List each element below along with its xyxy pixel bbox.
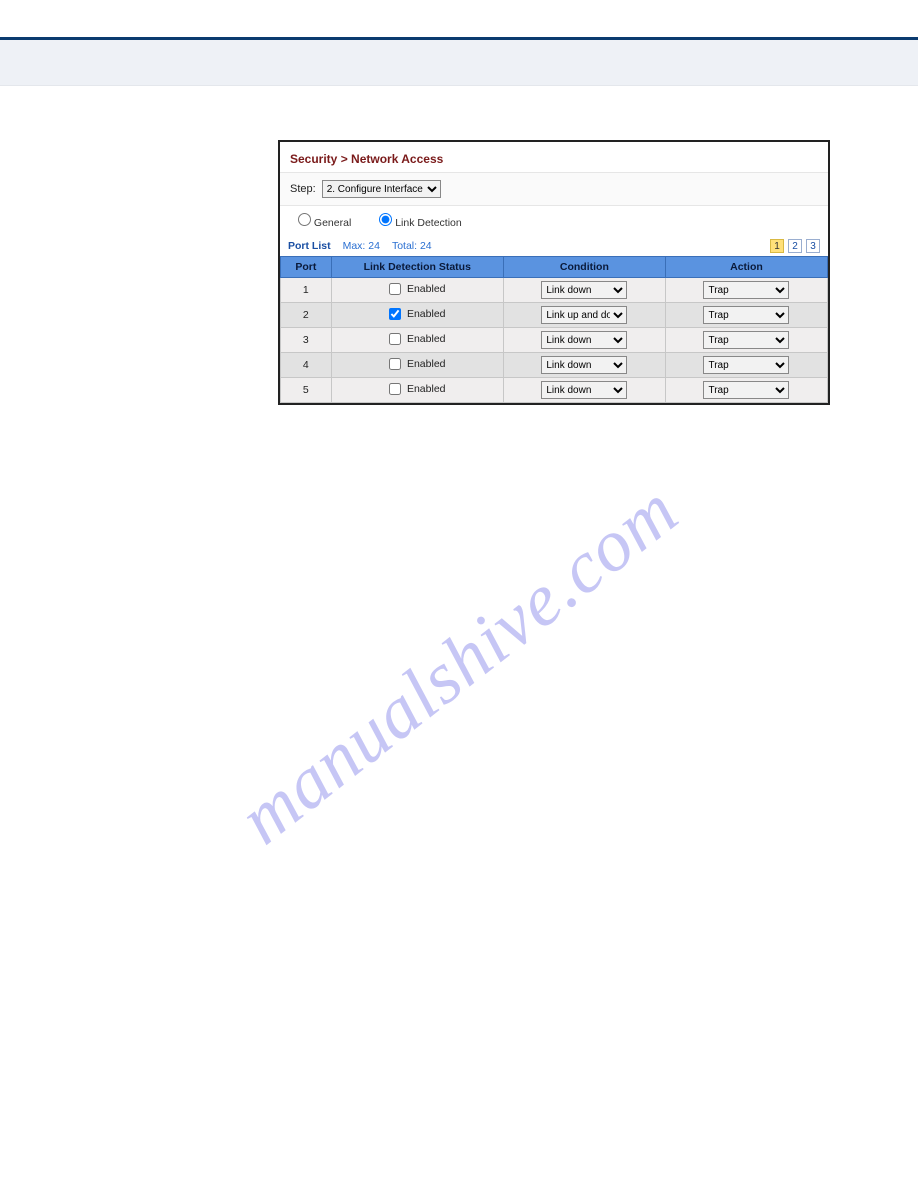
cell-port: 5 xyxy=(281,378,332,403)
action-select[interactable]: Trap xyxy=(703,381,789,399)
cell-status: Enabled xyxy=(331,378,503,403)
step-row: Step: 2. Configure Interface xyxy=(280,173,828,206)
status-checkbox[interactable] xyxy=(389,383,401,395)
pager-page-2[interactable]: 2 xyxy=(788,239,802,253)
radio-link-detection[interactable]: Link Detection xyxy=(379,213,461,229)
radio-general-input[interactable] xyxy=(298,213,311,226)
portlist-title: Port List xyxy=(288,240,331,252)
cell-condition: Link down xyxy=(503,278,665,303)
status-checkbox-label: Enabled xyxy=(407,383,446,395)
sub-bar xyxy=(0,40,918,86)
condition-select[interactable]: Link down xyxy=(541,381,627,399)
condition-select[interactable]: Link up and down xyxy=(541,306,627,324)
portlist-meta: Port List Max: 24 Total: 24 xyxy=(288,240,432,252)
cell-port: 3 xyxy=(281,328,332,353)
action-select[interactable]: Trap xyxy=(703,306,789,324)
radio-link-detection-label: Link Detection xyxy=(395,217,462,229)
view-mode-radios: General Link Detection xyxy=(280,206,828,236)
action-select[interactable]: Trap xyxy=(703,331,789,349)
status-checkbox[interactable] xyxy=(389,308,401,320)
cell-action: Trap xyxy=(665,303,827,328)
action-select[interactable]: Trap xyxy=(703,356,789,374)
radio-general-label: General xyxy=(314,217,351,229)
network-access-panel: Security > Network Access Step: 2. Confi… xyxy=(278,140,830,405)
cell-action: Trap xyxy=(665,353,827,378)
watermark: manualshive.com xyxy=(224,468,695,862)
cell-action: Trap xyxy=(665,328,827,353)
cell-action: Trap xyxy=(665,278,827,303)
cell-condition: Link down xyxy=(503,378,665,403)
cell-port: 2 xyxy=(281,303,332,328)
cell-status: Enabled xyxy=(331,303,503,328)
top-bar xyxy=(0,0,918,40)
cell-status: Enabled xyxy=(331,278,503,303)
table-row: 2 Enabled Link up and down Trap xyxy=(281,303,828,328)
status-checkbox-label: Enabled xyxy=(407,358,446,370)
status-checkbox-label: Enabled xyxy=(407,333,446,345)
pager: 1 2 3 xyxy=(770,239,820,253)
portlist-max: Max: 24 xyxy=(343,240,380,252)
col-header-status: Link Detection Status xyxy=(331,257,503,278)
cell-condition: Link up and down xyxy=(503,303,665,328)
cell-status: Enabled xyxy=(331,353,503,378)
step-select[interactable]: 2. Configure Interface xyxy=(322,180,441,198)
pager-page-3[interactable]: 3 xyxy=(806,239,820,253)
portlist-header: Port List Max: 24 Total: 24 1 2 3 xyxy=(280,236,828,256)
condition-select[interactable]: Link down xyxy=(541,331,627,349)
portlist-total: Total: 24 xyxy=(392,240,432,252)
col-header-action: Action xyxy=(665,257,827,278)
cell-port: 1 xyxy=(281,278,332,303)
status-checkbox[interactable] xyxy=(389,333,401,345)
port-table: Port Link Detection Status Condition Act… xyxy=(280,256,828,403)
condition-select[interactable]: Link down xyxy=(541,356,627,374)
table-row: 4 Enabled Link down Trap xyxy=(281,353,828,378)
step-label: Step: xyxy=(290,183,316,195)
cell-condition: Link down xyxy=(503,328,665,353)
table-header-row: Port Link Detection Status Condition Act… xyxy=(281,257,828,278)
status-checkbox[interactable] xyxy=(389,358,401,370)
table-row: 5 Enabled Link down Trap xyxy=(281,378,828,403)
pager-page-1[interactable]: 1 xyxy=(770,239,784,253)
cell-action: Trap xyxy=(665,378,827,403)
status-checkbox-label: Enabled xyxy=(407,283,446,295)
col-header-condition: Condition xyxy=(503,257,665,278)
table-row: 3 Enabled Link down Trap xyxy=(281,328,828,353)
condition-select[interactable]: Link down xyxy=(541,281,627,299)
cell-status: Enabled xyxy=(331,328,503,353)
action-select[interactable]: Trap xyxy=(703,281,789,299)
breadcrumb: Security > Network Access xyxy=(280,142,828,173)
status-checkbox[interactable] xyxy=(389,283,401,295)
table-row: 1 Enabled Link down Trap xyxy=(281,278,828,303)
radio-general[interactable]: General xyxy=(298,213,351,229)
status-checkbox-label: Enabled xyxy=(407,308,446,320)
cell-port: 4 xyxy=(281,353,332,378)
col-header-port: Port xyxy=(281,257,332,278)
cell-condition: Link down xyxy=(503,353,665,378)
radio-link-detection-input[interactable] xyxy=(379,213,392,226)
